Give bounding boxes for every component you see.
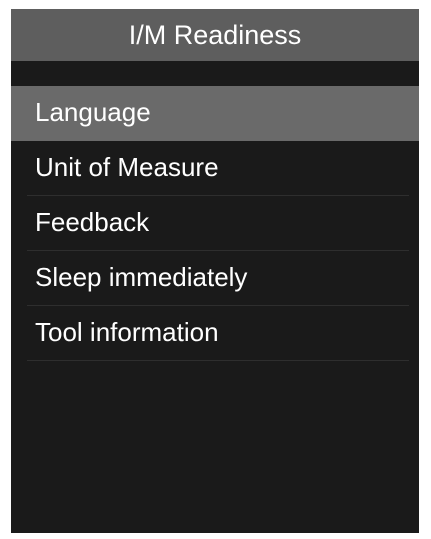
menu-item-tool-information[interactable]: Tool information (11, 306, 419, 361)
menu-item-label: Tool information (35, 317, 219, 347)
screen-title: I/M Readiness (11, 9, 419, 61)
menu-item-language[interactable]: Language (11, 86, 419, 141)
menu-item-feedback[interactable]: Feedback (11, 196, 419, 251)
title-gap (11, 61, 419, 86)
menu-divider (27, 360, 409, 361)
menu-item-label: Language (35, 97, 151, 127)
menu-item-sleep-immediately[interactable]: Sleep immediately (11, 251, 419, 306)
menu-item-label: Sleep immediately (35, 262, 248, 292)
device-screen: I/M Readiness Language Unit of Measure F… (11, 9, 419, 533)
menu-item-label: Unit of Measure (35, 152, 219, 182)
menu-item-unit-of-measure[interactable]: Unit of Measure (11, 141, 419, 196)
settings-menu: Language Unit of Measure Feedback Sleep … (11, 86, 419, 361)
menu-item-label: Feedback (35, 207, 150, 237)
